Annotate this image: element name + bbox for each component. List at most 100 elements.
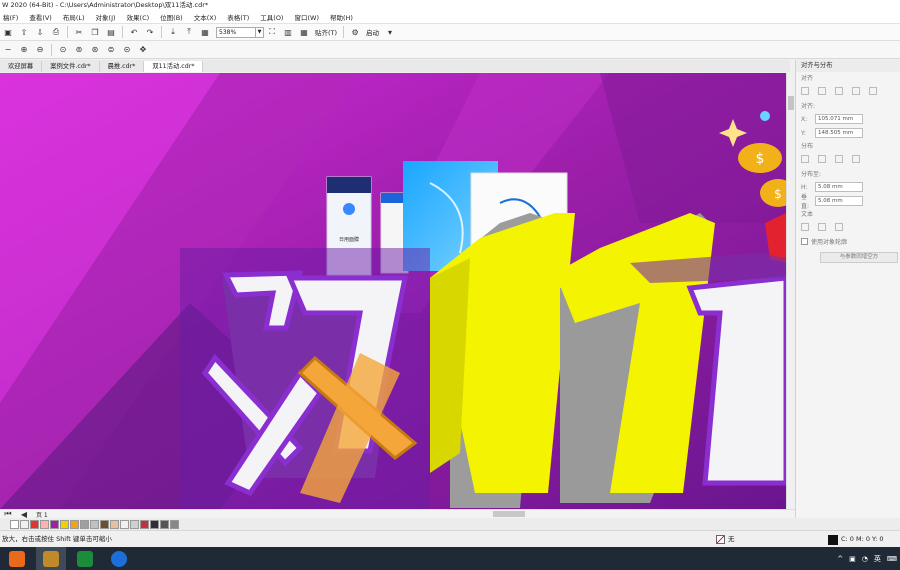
tab-double11[interactable]: 双11活动.cdr* [144,61,204,72]
x-field[interactable]: 105.071 mm [815,114,863,124]
fill-indicator[interactable]: 无 [716,531,735,548]
zoom-dropdown-icon[interactable]: ▼ [256,26,264,38]
swatch-0[interactable] [10,519,19,529]
horizontal-scroll-thumb[interactable] [493,511,525,517]
v-field[interactable]: 5.08 mm [815,196,863,206]
use-outline-label: 使用对象轮廓 [811,238,848,246]
distribute-center-icon[interactable] [818,155,826,163]
options-gear-icon[interactable]: ⚙ [349,26,361,38]
export-icon[interactable]: ⤒ [183,26,195,38]
tray-chevron-icon[interactable]: ^ [837,555,843,563]
text-align-first-icon[interactable] [801,223,809,231]
swatch-10[interactable] [110,519,119,529]
menu-view[interactable]: 查看(V) [29,12,60,22]
outline-indicator[interactable]: C: 0 M: 0 Y: 0 [828,531,884,548]
swatch-1[interactable] [20,519,29,529]
swatch-5[interactable] [60,519,69,529]
svg-text:$: $ [774,187,782,201]
tab-case-file[interactable]: 案例文件.cdr* [42,61,100,72]
menu-object[interactable]: 对象(J) [96,12,124,22]
swatch-7[interactable] [80,519,89,529]
tab-morning[interactable]: 晨推.cdr* [100,61,145,72]
grid-icon[interactable]: ▦ [298,26,310,38]
menu-tools[interactable]: 工具(O) [260,12,291,22]
import-icon[interactable]: ⤓ [167,26,179,38]
separator [161,26,162,38]
ime-indicator[interactable]: 英 [874,554,881,564]
menu-window[interactable]: 窗口(W) [294,12,327,22]
snap-to-button[interactable]: 贴齐(T) [315,27,337,37]
swatch-16[interactable] [170,519,179,529]
download-icon[interactable]: ⇩ [34,26,46,38]
h-field[interactable]: 5.08 mm [815,182,863,192]
upload-icon[interactable]: ⇧ [18,26,30,38]
zoom-height-icon[interactable]: ⊝ [121,44,133,56]
network-icon[interactable]: ▣ [849,555,856,563]
copy-icon[interactable]: ❐ [89,26,101,38]
swatch-12[interactable] [130,519,139,529]
menu-help[interactable]: 帮助(H) [330,12,361,22]
task-browser[interactable] [104,547,134,570]
swatch-8[interactable] [90,519,99,529]
align-left-icon[interactable] [801,87,809,95]
y-field[interactable]: 148.505 mm [815,128,863,138]
align-right-icon[interactable] [835,87,843,95]
print-icon[interactable]: ⎙ [50,26,62,38]
zoom-all-icon[interactable]: ⊚ [73,44,85,56]
pdf-icon[interactable]: ▦ [199,26,211,38]
v-row: 垂直: 5.08 mm [796,194,900,210]
rulers-icon[interactable]: ▥ [282,26,294,38]
text-align-bbox-icon[interactable] [835,223,843,231]
distribute-left-icon[interactable] [801,155,809,163]
launch-button[interactable]: 启动 [366,27,379,37]
menu-text[interactable]: 文本(X) [194,12,225,22]
task-app-3[interactable] [70,547,100,570]
swatch-11[interactable] [120,519,129,529]
zoom-selected-icon[interactable]: ⊙ [57,44,69,56]
swatch-13[interactable] [140,519,149,529]
drawing-canvas[interactable]: $ $ 日用面膜 [0,73,786,509]
keyboard-icon[interactable]: ⌨ [887,555,897,563]
swatch-14[interactable] [150,519,159,529]
task-app-1[interactable] [2,547,32,570]
menu-layout[interactable]: 布局(L) [63,12,93,22]
menu-bitmaps[interactable]: 位图(B) [160,12,191,22]
volume-icon[interactable]: ◔ [862,555,868,563]
redo-icon[interactable]: ↷ [144,26,156,38]
vertical-scrollbar[interactable] [786,73,795,509]
zoom-out-icon[interactable]: ⊖ [34,44,46,56]
minus-icon[interactable]: − [2,44,14,56]
distribute-space-icon[interactable] [852,155,860,163]
zoom-level-input[interactable]: 538% [216,26,256,38]
page-button[interactable]: 与参数同增空方 [820,252,898,263]
zoom-in-icon[interactable]: ⊕ [18,44,30,56]
menu-table[interactable]: 表格(T) [227,12,257,22]
paste-icon[interactable]: ▤ [105,26,117,38]
swatch-9[interactable] [100,519,109,529]
zoom-width-icon[interactable]: ⊜ [105,44,117,56]
vertical-scroll-thumb[interactable] [788,96,794,110]
chevron-down-icon[interactable]: ▾ [384,26,396,38]
fullscreen-icon[interactable]: ⛶ [266,26,278,38]
pan-icon[interactable]: ✥ [137,44,149,56]
align-top-icon[interactable] [852,87,860,95]
swatch-2[interactable] [30,519,39,529]
align-middle-icon[interactable] [869,87,877,95]
horizontal-scrollbar[interactable]: ⏮ ◀ 页 1 [0,509,795,519]
undo-icon[interactable]: ↶ [128,26,140,38]
use-outline-checkbox[interactable] [801,237,808,245]
menu-effects[interactable]: 效果(C) [127,12,158,22]
text-align-last-icon[interactable] [818,223,826,231]
menu-file[interactable]: 稿(F) [3,12,26,22]
swatch-4[interactable] [50,519,59,529]
swatch-3[interactable] [40,519,49,529]
tab-welcome[interactable]: 欢迎屏幕 [0,61,43,72]
distribute-right-icon[interactable] [835,155,843,163]
align-center-icon[interactable] [818,87,826,95]
zoom-page-icon[interactable]: ⊛ [89,44,101,56]
swatch-15[interactable] [160,519,169,529]
save-icon[interactable]: ▣ [2,26,14,38]
cut-icon[interactable]: ✂ [73,26,85,38]
task-app-2[interactable] [36,547,66,570]
swatch-6[interactable] [70,519,79,529]
